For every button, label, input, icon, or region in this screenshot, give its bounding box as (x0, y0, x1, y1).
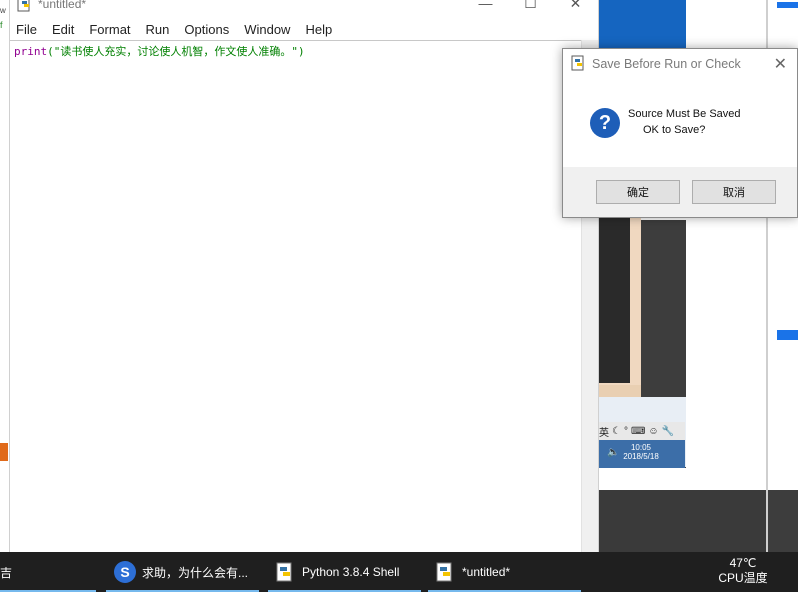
dialog-message-line1: Source Must Be Saved (628, 108, 741, 120)
sliver-icon (0, 443, 8, 461)
background-dark-area (596, 490, 768, 552)
background-clock: 🔈 10:05 2018/5/18 (597, 440, 685, 468)
maximize-button[interactable]: ☐ (508, 0, 553, 12)
taskbar-item-label: *untitled* (462, 565, 511, 579)
editor-titlebar[interactable]: *untitled* — ☐ ✕ (10, 0, 598, 14)
taskbar-item-label: 求助，为什么会有... (142, 565, 249, 580)
code-line: print("读书使人充实，讨论使人机智，作文使人准确。") (14, 43, 305, 59)
cpu-temperature[interactable]: 47℃ CPU温度 (712, 556, 774, 586)
taskbar: 吉 S 求助，为什么会有... Python 3.8.4 Shell *unti… (0, 552, 798, 592)
speaker-icon: 🔈 (607, 447, 620, 458)
taskbar-item-partial[interactable]: 吉 (0, 552, 96, 592)
taskbar-item-untitled[interactable]: *untitled* (428, 552, 581, 592)
menu-bar: File Edit Format Run Options Window Help (10, 18, 341, 40)
code-editor[interactable]: print("读书使人充实，讨论使人机智，作文使人准确。") (10, 40, 581, 553)
menu-format[interactable]: Format (83, 18, 139, 40)
menu-run[interactable]: Run (140, 18, 179, 40)
sliver-text: w (0, 6, 6, 15)
python-idle-icon (436, 562, 452, 582)
user-icon: ☺ (648, 425, 659, 437)
dialog-message-line2: OK to Save? (643, 124, 706, 136)
moon-icon: ☾ (612, 425, 621, 437)
keyboard-icon: ⌨ (630, 425, 646, 437)
taskbar-item-browser[interactable]: S 求助，为什么会有... (106, 552, 259, 592)
dots-icon: ° (623, 425, 628, 437)
python-idle-icon (17, 0, 30, 12)
cancel-button[interactable]: 取消 (692, 180, 776, 204)
dialog-titlebar[interactable]: Save Before Run or Check ✕ (563, 49, 797, 79)
menu-options[interactable]: Options (178, 18, 238, 40)
background-image (598, 215, 630, 383)
minimize-button[interactable]: — (463, 0, 508, 12)
taskbar-item-label: 吉 (0, 565, 13, 580)
code-keyword: print (14, 45, 48, 58)
editor-title: *untitled* (38, 0, 87, 11)
menu-help[interactable]: Help (299, 18, 341, 40)
sliver-text: f (0, 20, 3, 30)
dialog-title: Save Before Run or Check (592, 57, 741, 71)
ok-button[interactable]: 确定 (596, 180, 680, 204)
idle-editor-window: *untitled* — ☐ ✕ File Edit Format Run Op… (9, 0, 599, 552)
taskbar-item-python-shell[interactable]: Python 3.8.4 Shell (268, 552, 421, 592)
background-tray-icons: 英 ☾ ° ⌨ ☺ 🔧 (597, 422, 685, 440)
cpu-temperature-label: CPU温度 (718, 571, 768, 585)
close-button[interactable]: ✕ (553, 0, 598, 12)
dialog-close-icon[interactable]: ✕ (774, 54, 787, 74)
background-accent (777, 330, 798, 340)
menu-edit[interactable]: Edit (46, 18, 83, 40)
question-icon: ? (590, 108, 620, 138)
menu-window[interactable]: Window (238, 18, 299, 40)
background-image-frame-bottom (597, 385, 641, 397)
save-before-run-dialog: Save Before Run or Check ✕ ? Source Must… (562, 48, 798, 218)
cpu-temperature-value: 47℃ (729, 556, 757, 570)
menu-file[interactable]: File (10, 18, 46, 40)
python-idle-icon (276, 562, 292, 582)
dialog-body: ? Source Must Be Saved OK to Save? (563, 79, 797, 167)
taskbar-item-label: Python 3.8.4 Shell (302, 565, 400, 579)
code-string: ("读书使人充实，讨论使人机智，作文使人准确。") (47, 45, 305, 58)
sogou-icon: S (114, 561, 136, 583)
background-strip (596, 468, 686, 490)
ime-label: 英 (599, 427, 609, 439)
background-accent (777, 2, 798, 8)
python-feather-icon (571, 55, 584, 71)
wrench-icon: 🔧 (661, 425, 675, 437)
